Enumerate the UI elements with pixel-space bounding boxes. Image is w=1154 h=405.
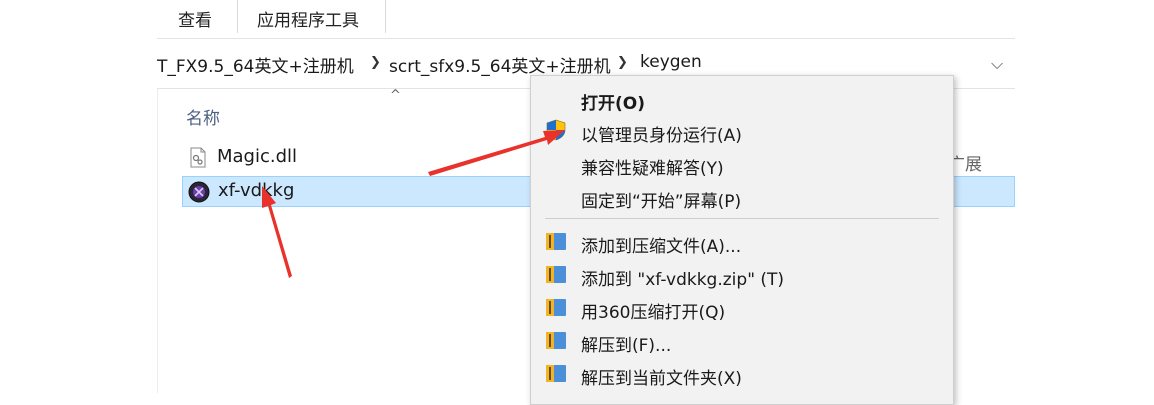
annotation-arrow-to-run-as-admin — [428, 130, 565, 176]
annotation-arrow-to-file — [262, 186, 292, 278]
annotation-overlay — [262, 130, 565, 278]
